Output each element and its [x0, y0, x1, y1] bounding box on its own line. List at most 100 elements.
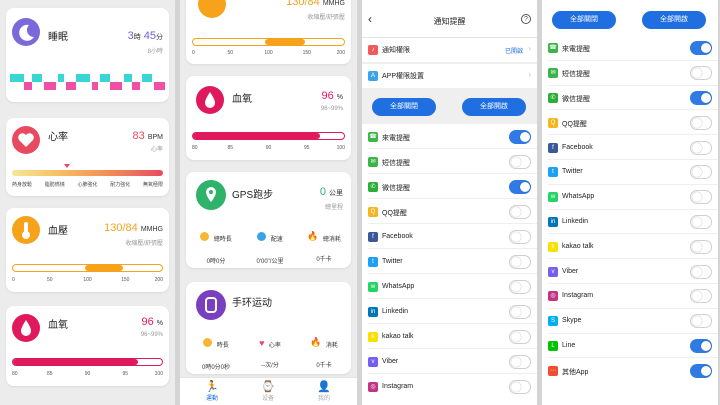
- app-logo-icon: w: [368, 281, 378, 292]
- flame-icon: 🔥: [310, 337, 322, 348]
- toggle-knob: [692, 117, 702, 128]
- notification-toggle[interactable]: [690, 214, 712, 229]
- notification-toggle[interactable]: [690, 363, 712, 378]
- app-row: f Facebook: [362, 224, 537, 249]
- moon-icon: [12, 18, 40, 46]
- app-name: 微信提醒: [562, 95, 590, 103]
- notification-toggle[interactable]: [509, 254, 531, 269]
- app-name: 其他App: [562, 368, 589, 376]
- gps-distance: 0 公里: [319, 186, 343, 198]
- bottom-nav: 🏃 運動 ⌚ 设备 👤 我的: [180, 377, 357, 405]
- notification-toggle[interactable]: [509, 379, 531, 394]
- app-logo-icon: L: [548, 340, 558, 351]
- bp-value: 130/84 MMHG: [104, 222, 163, 234]
- app-name: WhatsApp: [562, 193, 595, 201]
- app-row: f Facebook: [542, 135, 718, 160]
- app-notification-list: ☎ 來電提醒 ✉ 短信提醒 ✆ 微信提醒 Q QQ提醒 f Facebook t Twitter w Wh…: [542, 36, 718, 405]
- notification-toggle[interactable]: [690, 338, 712, 353]
- axis-tick-label: 80: [192, 145, 198, 151]
- app-logo-icon: in: [548, 216, 558, 227]
- notification-toggle[interactable]: [509, 329, 531, 344]
- band-stat-heart: ♥ 心率 --次/分: [259, 337, 281, 369]
- heart-rate-card[interactable]: 心率 83 BPM 心率 熱身放鬆 脂肪燃燒 心肺強化 耐力強化 無氧極限: [6, 118, 169, 196]
- thermometer-icon: [198, 0, 226, 18]
- notification-toggle[interactable]: [690, 289, 712, 304]
- app-row: ◎ Instagram: [362, 374, 537, 399]
- app-logo-icon: v: [548, 266, 558, 277]
- notification-list-panel: 全部關閉 全部開啟 ☎ 來電提醒 ✉ 短信提醒 ✆ 微信提醒 Q QQ提醒 f Facebook t…: [542, 0, 718, 405]
- axis-tick-label: 0: [12, 277, 15, 283]
- app-logo-icon: ✆: [548, 92, 558, 103]
- toggle-knob: [511, 306, 521, 317]
- notification-toggle[interactable]: [509, 129, 531, 144]
- spo2-sub: 96~99%: [140, 332, 163, 338]
- notification-toggle[interactable]: [690, 165, 712, 180]
- app-name: Skype: [562, 317, 582, 325]
- blood-pressure-card-partial[interactable]: 130/84 MMHG 收縮壓/舒張壓 0 50 100 150 200: [186, 0, 351, 64]
- sleep-card[interactable]: 睡眠 3時 45分 8小時: [6, 8, 169, 102]
- notification-toggle[interactable]: [509, 179, 531, 194]
- disable-all-button[interactable]: 全部關閉: [372, 98, 436, 116]
- thermometer-icon: [12, 216, 40, 244]
- toggle-knob: [511, 331, 521, 342]
- notification-toggle[interactable]: [509, 229, 531, 244]
- enable-all-button[interactable]: 全部開啟: [642, 11, 706, 29]
- spo2-card[interactable]: 血氧 96 % 96~99% 80 85 90 95 100: [186, 76, 351, 160]
- gps-stat-pace: 配速 0'00"/公里: [244, 228, 296, 265]
- band-stat-calories: 🔥 消耗 0千卡: [310, 337, 338, 369]
- gps-stat-calories: 🔥 總消耗 0千卡: [307, 231, 341, 263]
- notification-toggle[interactable]: [690, 239, 712, 254]
- app-name: Instagram: [562, 292, 594, 300]
- notification-toggle[interactable]: [509, 279, 531, 294]
- app-logo-icon: ◎: [368, 381, 378, 392]
- band-title: 手环运动: [232, 298, 272, 309]
- app-logo-icon: Q: [368, 206, 378, 217]
- notification-toggle[interactable]: [690, 90, 712, 105]
- app-logo-icon: ✉: [548, 68, 558, 79]
- notification-toggle[interactable]: [509, 154, 531, 169]
- blood-pressure-card[interactable]: 血壓 130/84 MMHG 收縮壓/舒張壓 0 50 100 150 200: [6, 208, 169, 292]
- toggle-knob: [692, 192, 702, 203]
- notification-toggle[interactable]: [690, 314, 712, 329]
- heart-zone-label: 脂肪燃燒: [44, 182, 65, 188]
- nav-mine[interactable]: 👤 我的: [304, 381, 344, 402]
- notification-toggle[interactable]: [690, 66, 712, 81]
- spo2-card[interactable]: 血氧 96 % 96~99% 80 85 90 95 100: [6, 306, 169, 386]
- chevron-right-icon: ›: [528, 44, 531, 53]
- enable-all-button[interactable]: 全部開啟: [462, 98, 526, 116]
- app-row: ☎ 來電提醒: [362, 124, 537, 149]
- notify-permission-status: 已開啟: [504, 49, 523, 55]
- band-sport-card[interactable]: 手环运动 時長 0時0分0秒 ♥ 心率 --次/分 🔥 消耗 0千卡: [186, 282, 351, 374]
- notify-permission-row[interactable]: ♪ 通知權限 已開啟 ›: [362, 38, 537, 62]
- nav-sport[interactable]: 🏃 運動: [192, 381, 232, 402]
- sleep-timeline: [10, 70, 165, 94]
- app-name: Viber: [382, 357, 399, 365]
- notification-toggle[interactable]: [690, 190, 712, 205]
- heart-value: 83 BPM: [132, 130, 163, 142]
- sleep-goal: 8小時: [147, 49, 163, 55]
- spo2-track: [12, 358, 163, 366]
- toggle-knob: [692, 142, 702, 153]
- disable-all-button[interactable]: 全部關閉: [552, 11, 616, 29]
- bp-ticks: 0 50 100 150 200: [12, 277, 163, 284]
- blood-drop-icon: [12, 314, 40, 342]
- toggle-knob: [692, 266, 702, 277]
- gps-run-card[interactable]: GPS跑步 0 公里 總里程 總時長 0時0分 配速 0'00"/公里 🔥 總消…: [186, 172, 351, 268]
- notification-toggle[interactable]: [509, 354, 531, 369]
- notification-topbar: ‹ 通知提醒 ?: [362, 0, 537, 38]
- nav-device[interactable]: ⌚ 设备: [248, 381, 288, 402]
- app-permission-row[interactable]: A APP權限設置 ›: [362, 64, 537, 88]
- notification-toggle[interactable]: [690, 41, 712, 56]
- axis-tick-label: 150: [302, 50, 311, 56]
- notification-toggle[interactable]: [690, 115, 712, 130]
- notification-toggle[interactable]: [690, 140, 712, 155]
- speedometer-icon: [257, 232, 267, 242]
- help-icon[interactable]: ?: [521, 14, 531, 24]
- axis-tick-label: 100: [83, 277, 92, 283]
- notification-toggle[interactable]: [509, 204, 531, 219]
- notification-toggle[interactable]: [509, 304, 531, 319]
- toggle-knob: [692, 216, 702, 227]
- gps-sub: 總里程: [324, 205, 343, 211]
- axis-tick-label: 200: [154, 277, 163, 283]
- notification-toggle[interactable]: [690, 264, 712, 279]
